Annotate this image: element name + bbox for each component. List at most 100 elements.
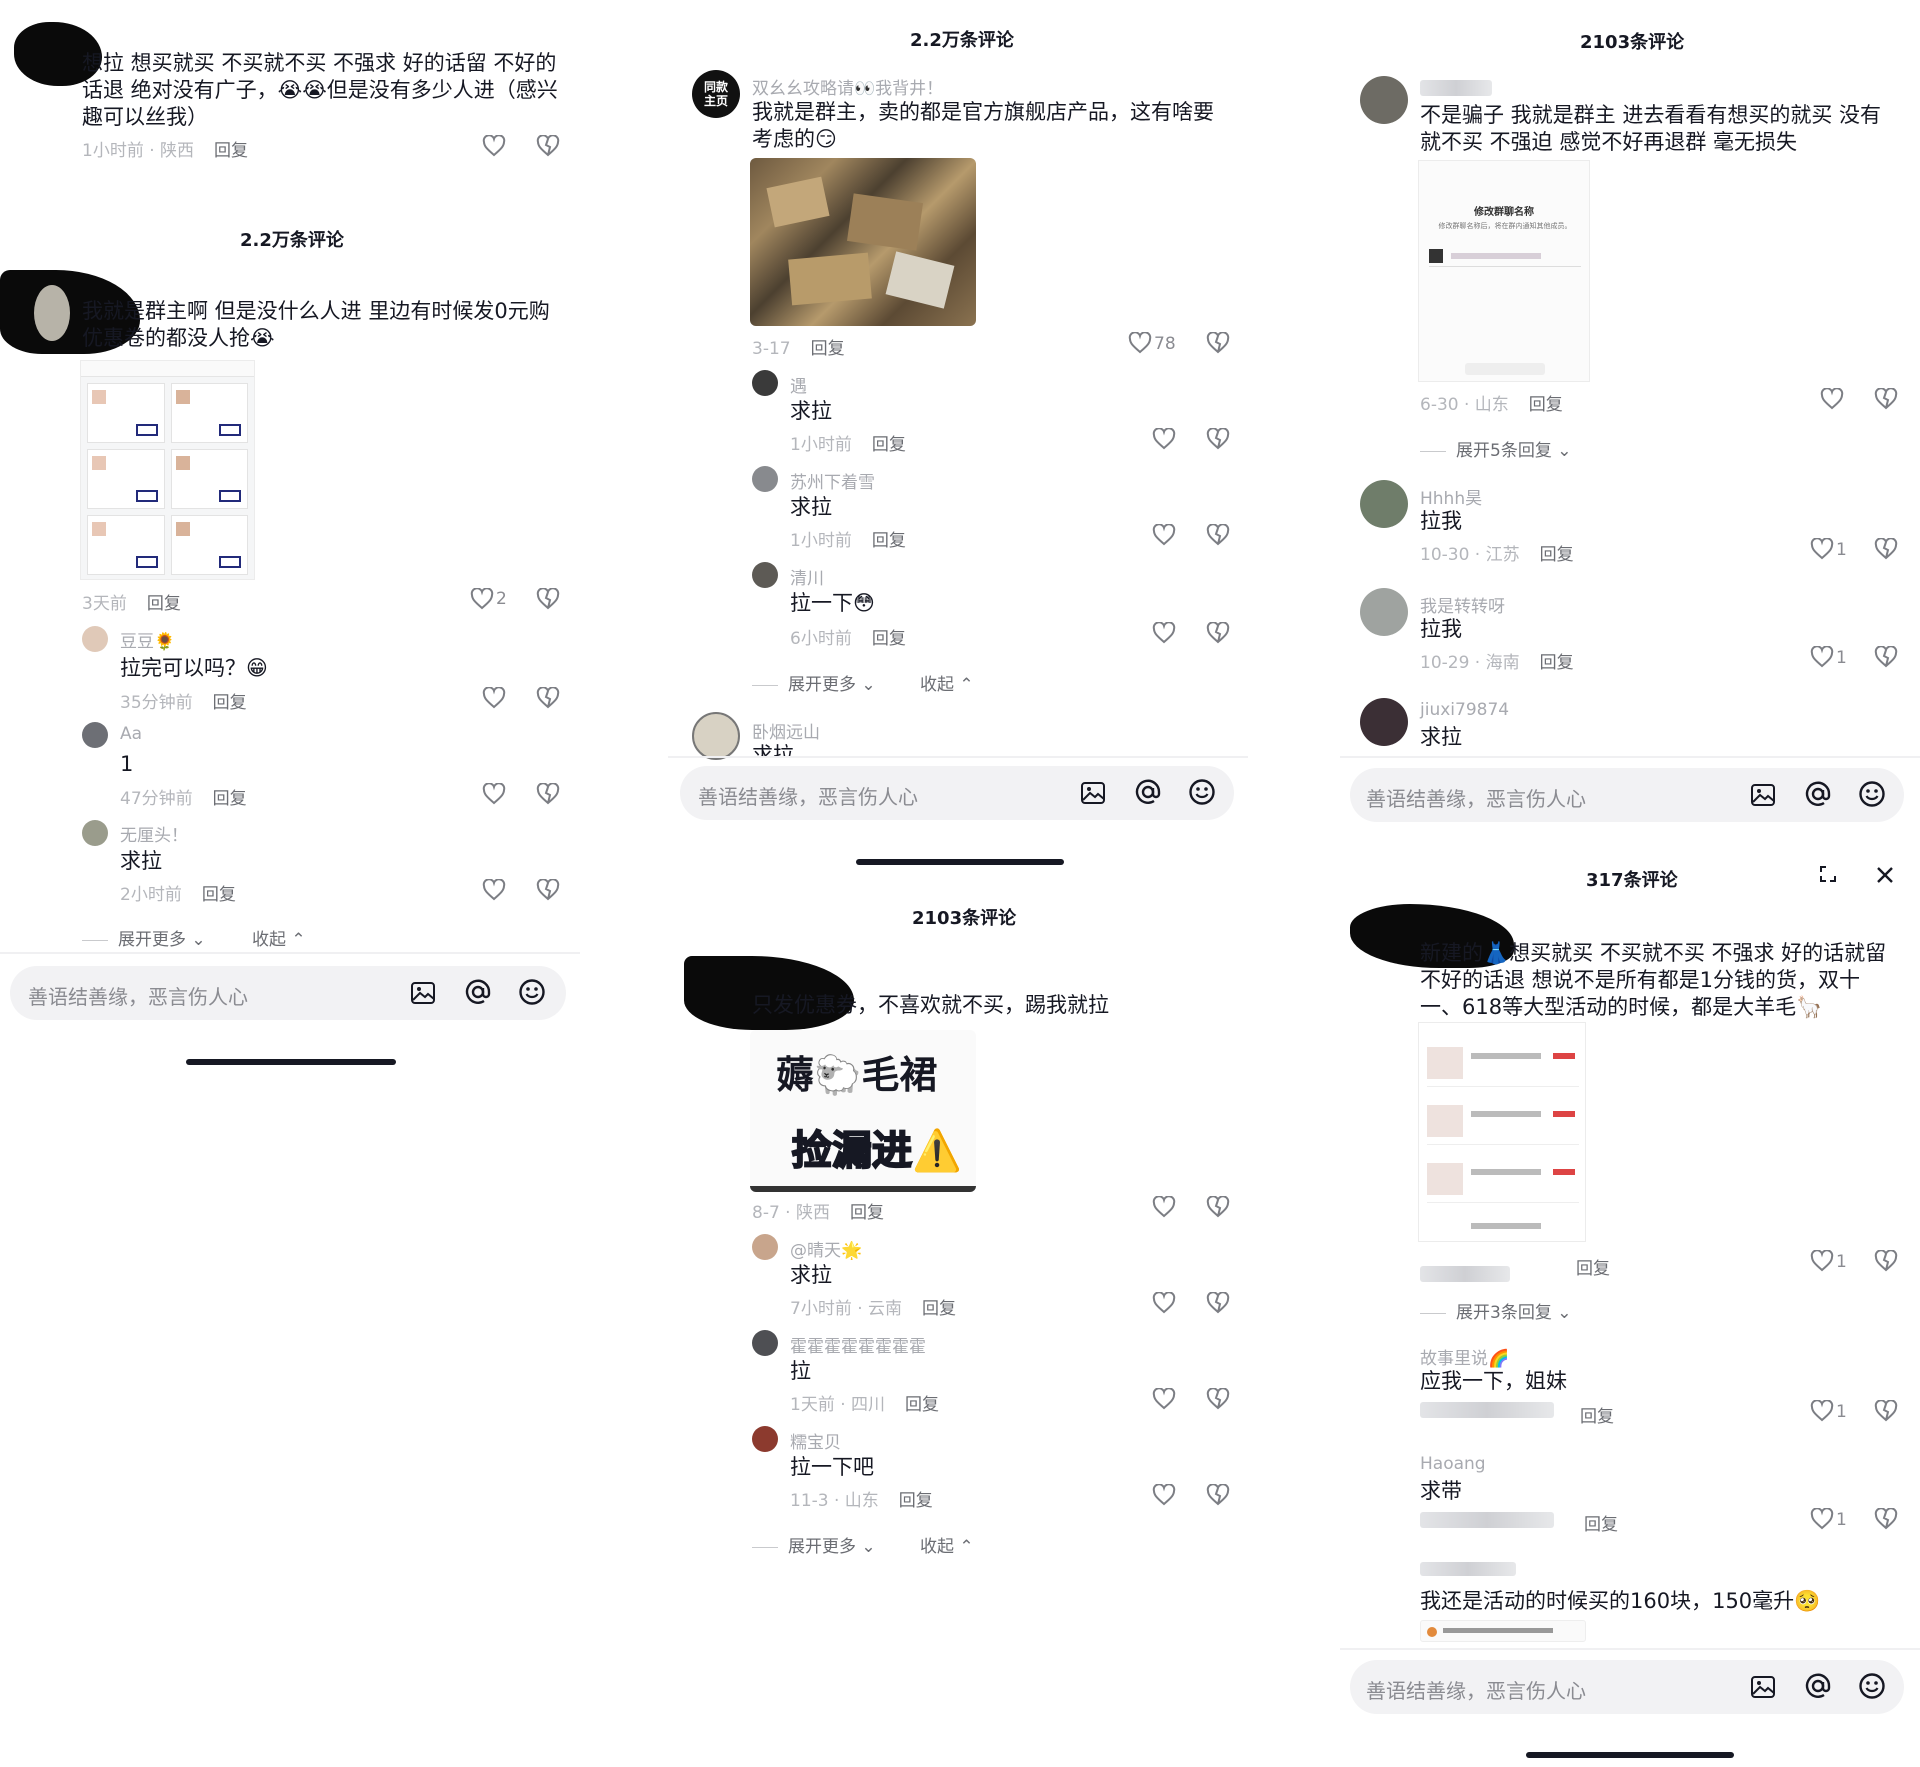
expand-more-button[interactable]: 展开更多 ⌄: [752, 670, 876, 695]
dislike-icon[interactable]: [1206, 1196, 1230, 1218]
heart-icon[interactable]: [1152, 524, 1176, 546]
emoji-icon[interactable]: [1858, 780, 1886, 808]
image-icon[interactable]: [1080, 780, 1106, 806]
attached-order-card[interactable]: [1420, 1620, 1586, 1642]
expand-more-button[interactable]: 展开更多 ⌄: [752, 1532, 876, 1557]
dislike-icon[interactable]: [536, 588, 560, 610]
reply-button[interactable]: 回复: [1576, 1259, 1610, 1279]
expand-window-icon[interactable]: [1816, 862, 1840, 886]
heart-icon[interactable]: [1810, 1400, 1834, 1422]
dislike-icon[interactable]: [536, 783, 560, 805]
reply-username[interactable]: 无厘头！: [120, 821, 188, 846]
dislike-icon[interactable]: [536, 879, 560, 901]
close-icon[interactable]: [1874, 864, 1896, 886]
comment-input[interactable]: 善语结善缘，恶言伤人心: [680, 766, 1234, 820]
heart-icon[interactable]: [1152, 1196, 1176, 1218]
dislike-icon[interactable]: [1874, 538, 1898, 560]
reply-username[interactable]: 豆豆🌻: [120, 627, 175, 652]
image-icon[interactable]: [1750, 782, 1776, 808]
heart-icon[interactable]: [1820, 388, 1844, 410]
comment-username[interactable]: jiuxi79874: [1420, 700, 1509, 720]
comment-screenshot[interactable]: [1418, 1022, 1586, 1242]
heart-icon[interactable]: [1152, 1292, 1176, 1314]
mention-icon[interactable]: [1804, 780, 1832, 808]
avatar[interactable]: [752, 1330, 778, 1356]
reply-button[interactable]: 回复: [905, 1395, 939, 1415]
image-icon[interactable]: [410, 980, 436, 1006]
reply-button[interactable]: 回复: [922, 1299, 956, 1319]
reply-button[interactable]: 回复: [147, 594, 181, 614]
emoji-icon[interactable]: [518, 978, 546, 1006]
dislike-icon[interactable]: [1874, 388, 1898, 410]
heart-icon[interactable]: [470, 588, 494, 610]
heart-icon[interactable]: [482, 135, 506, 157]
emoji-icon[interactable]: [1188, 778, 1216, 806]
heart-icon[interactable]: [1810, 1250, 1834, 1272]
mention-icon[interactable]: [464, 978, 492, 1006]
heart-icon[interactable]: [482, 687, 506, 709]
reply-username[interactable]: 苏州下着雪: [790, 468, 875, 493]
avatar[interactable]: [82, 722, 108, 748]
reply-button[interactable]: 回复: [872, 629, 906, 649]
dislike-icon[interactable]: [1206, 622, 1230, 644]
avatar[interactable]: [752, 370, 778, 396]
emoji-icon[interactable]: [1858, 1672, 1886, 1700]
collapse-button[interactable]: 收起 ⌃: [252, 925, 306, 950]
reply-button[interactable]: 回复: [213, 789, 247, 809]
reply-button[interactable]: 回复: [872, 531, 906, 551]
comment-input[interactable]: 善语结善缘，恶言伤人心: [1350, 1660, 1904, 1714]
reply-button[interactable]: 回复: [214, 141, 248, 161]
reply-button[interactable]: 回复: [811, 339, 845, 359]
dislike-icon[interactable]: [1874, 1508, 1898, 1530]
avatar[interactable]: [82, 820, 108, 846]
dislike-icon[interactable]: [1874, 646, 1898, 668]
avatar[interactable]: [1360, 698, 1408, 746]
avatar[interactable]: 同款主页: [692, 70, 740, 118]
expand-replies-button[interactable]: 展开5条回复 ⌄: [1420, 436, 1571, 461]
image-icon[interactable]: [1750, 1674, 1776, 1700]
heart-icon[interactable]: [1810, 538, 1834, 560]
heart-icon[interactable]: [1810, 1508, 1834, 1530]
heart-icon[interactable]: [1152, 1388, 1176, 1410]
reply-button[interactable]: 回复: [1584, 1515, 1618, 1535]
reply-button[interactable]: 回复: [899, 1491, 933, 1511]
comment-username[interactable]: Haoang: [1420, 1454, 1486, 1474]
comment-image-sticker[interactable]: 薅🐑毛裙 捡漏进⚠️: [750, 1030, 976, 1192]
expand-replies-button[interactable]: 展开3条回复 ⌄: [1420, 1298, 1571, 1323]
reply-button[interactable]: 回复: [1540, 653, 1574, 673]
avatar[interactable]: [692, 712, 740, 760]
dislike-icon[interactable]: [1874, 1400, 1898, 1422]
collapse-button[interactable]: 收起 ⌃: [920, 670, 974, 695]
dislike-icon[interactable]: [1206, 1292, 1230, 1314]
reply-username[interactable]: 霍霍霍霍霍霍霍霍: [790, 1332, 926, 1357]
reply-username[interactable]: @晴天🌟: [790, 1236, 862, 1261]
reply-username[interactable]: 遇: [790, 372, 807, 397]
dislike-icon[interactable]: [1206, 428, 1230, 450]
comment-username[interactable]: 卧烟远山: [752, 718, 820, 743]
reply-button[interactable]: 回复: [1580, 1407, 1614, 1427]
reply-button[interactable]: 回复: [1529, 395, 1563, 415]
dislike-icon[interactable]: [1206, 1388, 1230, 1410]
avatar[interactable]: [1360, 76, 1408, 124]
comment-screenshot[interactable]: 修改群聊名称 修改群聊名称后，将在群内通知其他成员。: [1418, 160, 1590, 382]
comment-input[interactable]: 善语结善缘，恶言伤人心: [10, 966, 566, 1020]
expand-more-button[interactable]: 展开更多 ⌄: [82, 925, 206, 950]
heart-icon[interactable]: [1128, 332, 1152, 354]
reply-button[interactable]: 回复: [850, 1203, 884, 1223]
comment-username[interactable]: 我是转转呀: [1420, 592, 1505, 617]
comment-username[interactable]: 故事里说🌈: [1420, 1344, 1509, 1369]
reply-username[interactable]: 清川: [790, 564, 824, 589]
comment-username[interactable]: Hhhh昊: [1420, 484, 1482, 509]
avatar[interactable]: [752, 1234, 778, 1260]
reply-button[interactable]: 回复: [872, 435, 906, 455]
avatar[interactable]: [82, 626, 108, 652]
dislike-icon[interactable]: [1874, 1250, 1898, 1272]
reply-button[interactable]: 回复: [202, 885, 236, 905]
avatar[interactable]: [1360, 588, 1408, 636]
avatar[interactable]: [752, 466, 778, 492]
dislike-icon[interactable]: [536, 687, 560, 709]
dislike-icon[interactable]: [1206, 524, 1230, 546]
comment-input[interactable]: 善语结善缘，恶言伤人心: [1350, 768, 1904, 822]
avatar[interactable]: [1360, 480, 1408, 528]
collapse-button[interactable]: 收起 ⌃: [920, 1532, 974, 1557]
